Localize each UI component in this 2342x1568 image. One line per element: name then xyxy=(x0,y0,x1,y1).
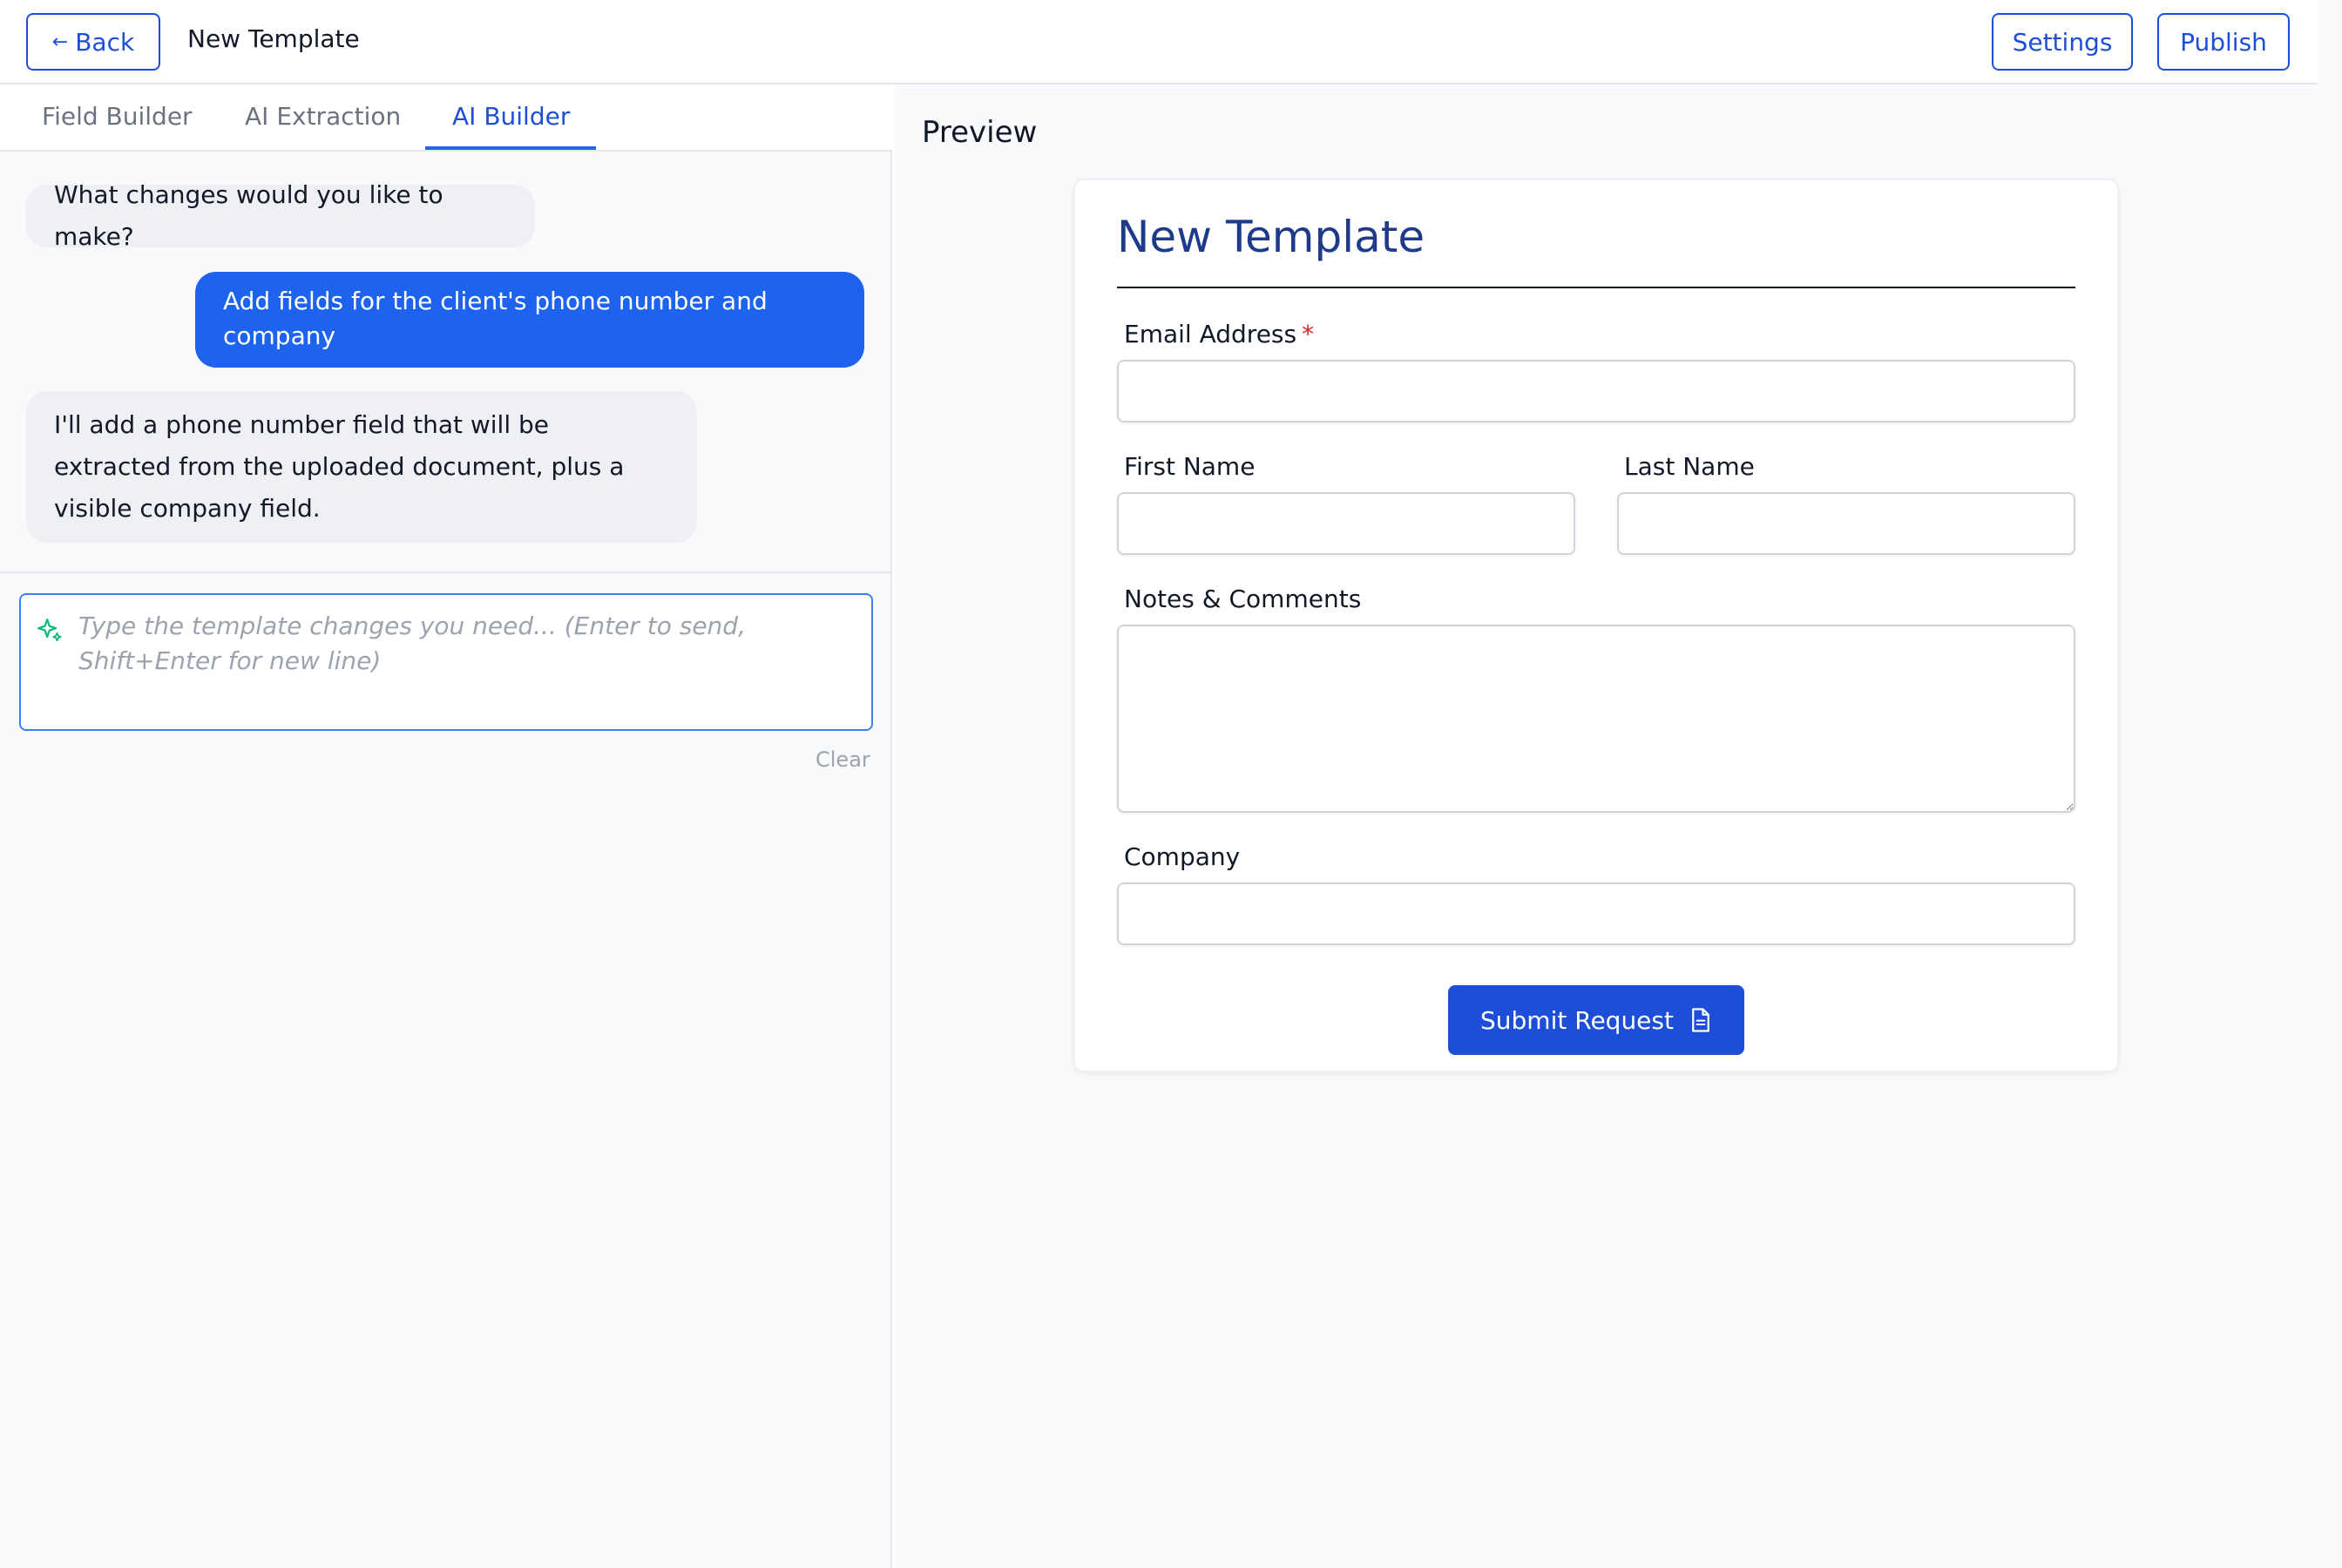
email-field[interactable] xyxy=(1117,360,2075,422)
settings-button[interactable]: Settings xyxy=(1992,13,2133,71)
notes-label: Notes & Comments xyxy=(1124,585,1362,613)
assistant-message: I'll add a phone number field that will … xyxy=(26,391,697,543)
chat-divider xyxy=(0,571,892,573)
submit-button-label: Submit Request xyxy=(1480,1005,1674,1035)
tab-ai-extraction[interactable]: AI Extraction xyxy=(245,102,401,131)
publish-button[interactable]: Publish xyxy=(2157,13,2290,71)
first-name-field[interactable] xyxy=(1117,492,1575,555)
last-name-label: Last Name xyxy=(1624,452,1755,481)
title-divider xyxy=(1117,287,2075,288)
chat-input-box xyxy=(19,593,873,731)
form-preview-card: New Template Email Address * First Name L… xyxy=(1073,179,2119,1072)
submit-request-button[interactable]: Submit Request xyxy=(1448,985,1744,1055)
tab-ai-builder[interactable]: AI Builder xyxy=(452,102,570,131)
email-label-text: Email Address xyxy=(1124,320,1297,348)
active-tab-indicator xyxy=(425,146,596,150)
back-button-label: Back xyxy=(75,27,135,57)
preview-heading: Preview xyxy=(922,115,1038,150)
email-label: Email Address * xyxy=(1124,320,1314,348)
window-edge xyxy=(2318,0,2342,1568)
preview-panel: Preview New Template Email Address * Firs… xyxy=(894,84,2318,1568)
back-button[interactable]: ← Back xyxy=(26,13,160,71)
builder-panel: Field Builder AI Extraction AI Builder W… xyxy=(0,84,892,1568)
sparkle-icon xyxy=(37,618,62,642)
user-message: Add fields for the client's phone number… xyxy=(195,272,864,368)
top-bar: ← Back New Template Settings Publish xyxy=(0,0,2318,84)
builder-tabs: Field Builder AI Extraction AI Builder xyxy=(0,84,892,152)
company-field[interactable] xyxy=(1117,882,2075,945)
required-marker: * xyxy=(1302,320,1315,348)
back-arrow-icon: ← xyxy=(51,30,69,53)
clear-button[interactable]: Clear xyxy=(816,747,870,772)
first-name-label: First Name xyxy=(1124,452,1256,481)
document-icon xyxy=(1692,1008,1709,1032)
company-label: Company xyxy=(1124,842,1241,871)
tab-field-builder[interactable]: Field Builder xyxy=(42,102,193,131)
last-name-field[interactable] xyxy=(1617,492,2075,555)
form-title: New Template xyxy=(1117,212,1425,262)
notes-field[interactable] xyxy=(1117,625,2075,813)
page-title: New Template xyxy=(187,24,360,53)
assistant-message: What changes would you like to make? xyxy=(26,180,535,251)
chat-input[interactable] xyxy=(78,609,863,719)
